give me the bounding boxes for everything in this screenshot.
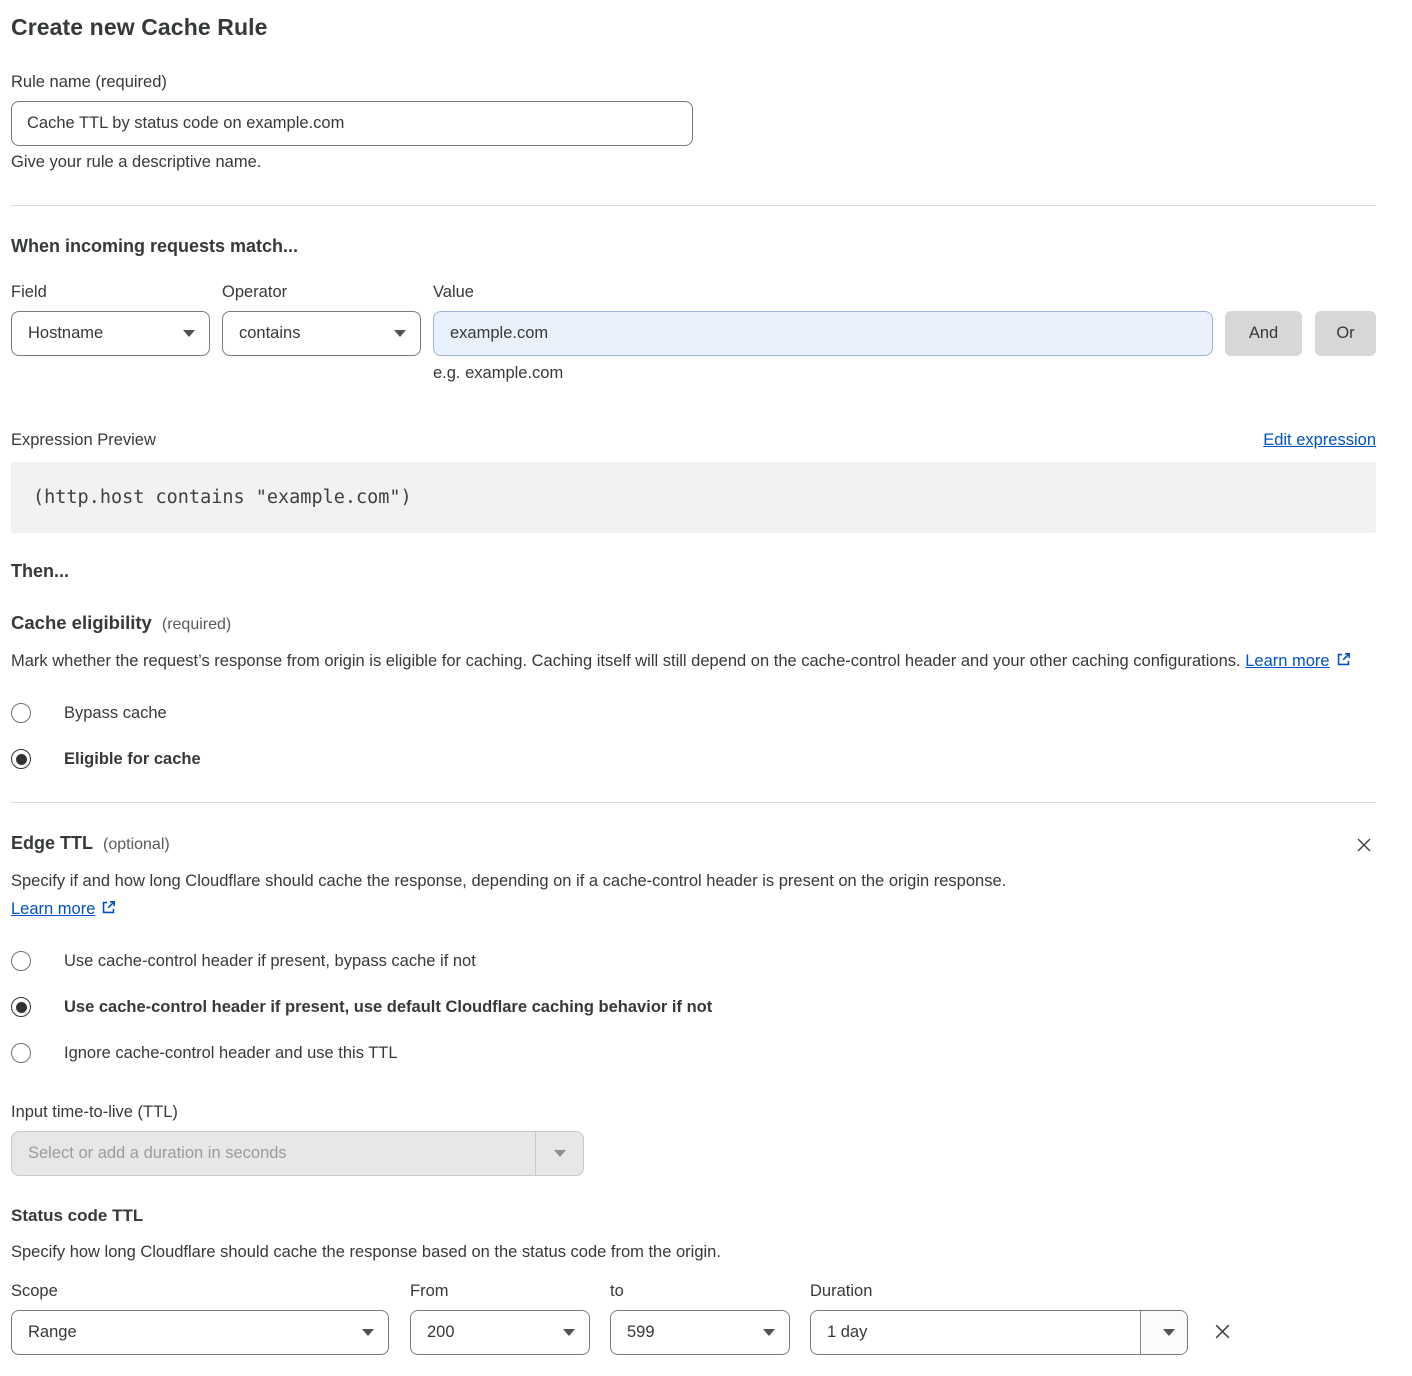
cache-eligibility-description: Mark whether the request’s response from… [11, 647, 1361, 677]
to-select[interactable]: 599 [610, 1310, 790, 1355]
rule-name-group: Rule name (required) Give your rule a de… [11, 73, 1376, 172]
to-group: to 599 [610, 1282, 790, 1355]
page-title: Create new Cache Rule [11, 14, 1376, 41]
edge-ttl-heading: Edge TTL (optional) [11, 833, 170, 854]
operator-select[interactable]: contains [222, 311, 421, 356]
from-group: From 200 [410, 1282, 590, 1355]
edge-ttl-description-text: Specify if and how long Cloudflare shoul… [11, 872, 1006, 890]
from-select-value: 200 [427, 1323, 455, 1342]
duration-label: Duration [810, 1282, 1188, 1301]
then-heading: Then... [11, 561, 1376, 582]
radio-label: Use cache-control header if present, use… [64, 998, 712, 1017]
chevron-down-icon [394, 330, 406, 337]
radio-use-header-bypass[interactable]: Use cache-control header if present, byp… [11, 951, 1376, 971]
ttl-duration-placeholder: Select or add a duration in seconds [12, 1132, 535, 1175]
radio-ignore-header[interactable]: Ignore cache-control header and use this… [11, 1043, 1376, 1063]
scope-label: Scope [11, 1282, 389, 1301]
match-row: Hostname contains And Or [11, 311, 1376, 356]
section-divider [11, 205, 1376, 206]
radio-checked-icon [11, 749, 31, 769]
edge-ttl-options: Use cache-control header if present, byp… [11, 951, 1376, 1063]
duration-select-value: 1 day [811, 1311, 1140, 1354]
and-button[interactable]: And [1225, 311, 1302, 356]
match-value-input[interactable] [433, 311, 1213, 356]
external-link-icon [1335, 649, 1352, 677]
operator-select-value: contains [239, 324, 300, 343]
radio-label: Use cache-control header if present, byp… [64, 952, 476, 971]
field-select-value: Hostname [28, 324, 103, 343]
close-icon [1212, 1330, 1233, 1345]
or-button[interactable]: Or [1315, 311, 1376, 356]
radio-unchecked-icon [11, 703, 31, 723]
expression-code: (http.host contains "example.com") [11, 462, 1376, 533]
from-label: From [410, 1282, 590, 1301]
chevron-down-icon [763, 1329, 775, 1336]
edge-ttl-close-button[interactable] [1352, 833, 1376, 857]
duration-select[interactable]: 1 day [810, 1310, 1188, 1355]
duration-group: Duration 1 day [810, 1282, 1188, 1355]
chevron-down-icon [362, 1329, 374, 1336]
to-select-value: 599 [627, 1323, 655, 1342]
status-code-ttl-description: Specify how long Cloudflare should cache… [11, 1238, 1361, 1266]
radio-unchecked-icon [11, 951, 31, 971]
value-label: Value [433, 283, 474, 302]
match-heading: When incoming requests match... [11, 236, 1376, 257]
status-code-ttl-heading: Status code TTL [11, 1206, 1376, 1226]
field-select[interactable]: Hostname [11, 311, 210, 356]
rule-name-input[interactable] [11, 101, 693, 146]
from-select[interactable]: 200 [410, 1310, 590, 1355]
radio-label: Eligible for cache [64, 750, 201, 769]
status-code-ttl-row: Scope Range From 200 to 599 Duration 1 d… [11, 1282, 1376, 1355]
to-label: to [610, 1282, 790, 1301]
radio-checked-icon [11, 997, 31, 1017]
cache-eligibility-title: Cache eligibility [11, 612, 152, 633]
chevron-down-icon [563, 1329, 575, 1336]
radio-use-header-default[interactable]: Use cache-control header if present, use… [11, 997, 1376, 1017]
rule-name-help: Give your rule a descriptive name. [11, 153, 1376, 172]
ttl-input-label: Input time-to-live (TTL) [11, 1103, 1376, 1122]
edge-ttl-header: Edge TTL (optional) [11, 833, 1376, 857]
remove-status-ttl-button[interactable] [1210, 1319, 1235, 1344]
optional-tag: (optional) [103, 836, 170, 853]
cache-eligibility-description-text: Mark whether the request’s response from… [11, 652, 1241, 670]
external-link-icon [100, 897, 117, 925]
value-help: e.g. example.com [433, 364, 1376, 383]
section-divider [11, 802, 1376, 803]
cache-eligibility-heading: Cache eligibility (required) [11, 612, 1376, 634]
required-tag: (required) [162, 616, 231, 633]
field-label: Field [11, 283, 222, 302]
cache-eligibility-learn-more-link[interactable]: Learn more [1245, 652, 1329, 670]
chevron-down-icon [1140, 1311, 1187, 1354]
edit-expression-link[interactable]: Edit expression [1263, 431, 1376, 450]
ttl-input-group: Input time-to-live (TTL) Select or add a… [11, 1103, 1376, 1176]
cache-eligibility-options: Bypass cache Eligible for cache [11, 703, 1376, 769]
match-column-labels: Field Operator Value [11, 283, 1376, 302]
radio-unchecked-icon [11, 1043, 31, 1063]
edge-ttl-learn-more-link[interactable]: Learn more [11, 900, 95, 918]
edge-ttl-description: Specify if and how long Cloudflare shoul… [11, 867, 1111, 925]
edge-ttl-title: Edge TTL [11, 833, 93, 853]
expression-preview-label: Expression Preview [11, 431, 156, 450]
ttl-duration-select[interactable]: Select or add a duration in seconds [11, 1131, 584, 1176]
radio-label: Bypass cache [64, 704, 167, 723]
radio-bypass-cache[interactable]: Bypass cache [11, 703, 1376, 723]
scope-group: Scope Range [11, 1282, 389, 1355]
radio-label: Ignore cache-control header and use this… [64, 1044, 398, 1063]
rule-name-label: Rule name (required) [11, 73, 1376, 92]
radio-eligible-for-cache[interactable]: Eligible for cache [11, 749, 1376, 769]
chevron-down-icon [535, 1132, 583, 1175]
chevron-down-icon [183, 330, 195, 337]
operator-label: Operator [222, 283, 433, 302]
close-icon [1354, 843, 1374, 858]
scope-select[interactable]: Range [11, 1310, 389, 1355]
expression-header: Expression Preview Edit expression [11, 431, 1376, 450]
scope-select-value: Range [28, 1323, 77, 1342]
